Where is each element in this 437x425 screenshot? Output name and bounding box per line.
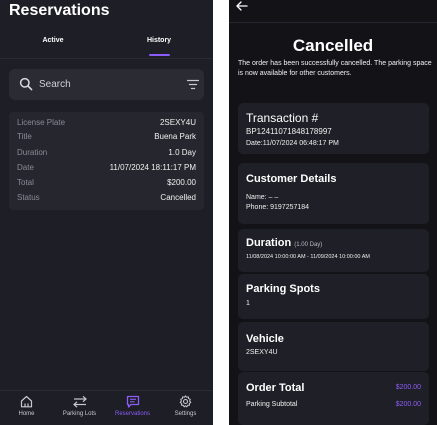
duration-range: 11/08/2024 10:00:00 AM - 11/09/2024 10:0… xyxy=(246,254,370,260)
vehicle-card: Vehicle 2SEXY4U xyxy=(238,322,429,371)
transaction-id: BP12411071848178997 xyxy=(246,127,332,136)
order-total-title: Order Total xyxy=(246,382,305,394)
order-total-card: Order Total $200.00 Parking Subtotal $20… xyxy=(238,372,429,425)
parking-spots-card: Parking Spots 1 xyxy=(238,274,429,319)
vehicle-plate: 2SEXY4U xyxy=(246,349,278,356)
row-value: 1.0 Day xyxy=(168,148,196,157)
cancellation-message: The order has been successfully cancelle… xyxy=(238,60,432,77)
transaction-title: Transaction # xyxy=(246,111,319,125)
swap-arrows-icon xyxy=(72,395,87,408)
divider xyxy=(0,58,213,59)
row-value: Cancelled xyxy=(160,193,196,202)
row-key: Status xyxy=(17,193,40,202)
back-arrow-icon[interactable] xyxy=(235,0,249,12)
bottom-nav: Home Parking Lots Reservations Settings xyxy=(0,390,213,425)
chat-list-icon xyxy=(126,395,139,408)
home-icon xyxy=(20,395,33,408)
search-icon xyxy=(19,77,33,91)
duration-days: (1.00 Day) xyxy=(294,242,323,248)
reservation-card[interactable]: License Plate 2SEXY4U Title Buena Park D… xyxy=(9,112,204,210)
nav-label: Reservations xyxy=(114,411,150,417)
page-title: Reservations xyxy=(9,2,110,19)
nav-reservations[interactable]: Reservations xyxy=(106,395,159,417)
reservation-row-status: Status Cancelled xyxy=(17,193,196,205)
customer-phone: Phone: 9197257184 xyxy=(246,204,310,211)
duration-card: Duration (1.00 Day) 11/08/2024 10:00:00 … xyxy=(238,229,429,272)
gear-icon xyxy=(179,395,192,408)
row-value: $200.00 xyxy=(167,178,196,187)
transaction-date: Date:11/07/2024 06:48:17 PM xyxy=(246,140,339,147)
filter-icon[interactable] xyxy=(187,79,199,90)
reservation-row-duration: Duration 1.0 Day xyxy=(17,148,196,160)
order-total-value: $200.00 xyxy=(395,384,421,391)
customer-details-card: Customer Details Name: – – Phone: 919725… xyxy=(238,163,429,224)
reservation-row-license-plate: License Plate 2SEXY4U xyxy=(17,118,196,130)
customer-details-title: Customer Details xyxy=(246,173,337,185)
divider xyxy=(229,22,437,23)
row-key: Date xyxy=(17,163,34,172)
duration-label: Duration xyxy=(246,237,292,249)
search-placeholder: Search xyxy=(39,79,71,90)
nav-home[interactable]: Home xyxy=(0,395,53,417)
duration-title: Duration (1.00 Day) xyxy=(246,237,322,249)
nav-label: Parking Lots xyxy=(62,411,97,417)
order-detail-screen: Cancelled The order has been successfull… xyxy=(229,0,437,425)
row-key: License Plate xyxy=(17,118,66,127)
nav-parking-lots[interactable]: Parking Lots xyxy=(53,395,106,417)
customer-name: Name: – – xyxy=(246,194,279,201)
reservations-screen: Reservations Active History Search Licen… xyxy=(0,0,213,425)
parking-subtotal-value: $200.00 xyxy=(395,401,421,408)
reservation-row-total: Total $200.00 xyxy=(17,178,196,190)
nav-settings[interactable]: Settings xyxy=(159,395,212,417)
row-key: Duration xyxy=(17,148,48,157)
parking-subtotal-label: Parking Subtotal xyxy=(246,401,298,408)
row-key: Title xyxy=(17,132,32,141)
parking-spots-title: Parking Spots xyxy=(246,283,320,295)
row-value: Buena Park xyxy=(154,132,196,141)
nav-label: Home xyxy=(18,411,35,417)
row-value: 11/07/2024 18:11:17 PM xyxy=(109,163,196,172)
status-heading: Cancelled xyxy=(292,36,374,55)
row-key: Total xyxy=(17,178,34,187)
search-input[interactable]: Search xyxy=(9,69,204,100)
tab-history[interactable]: History xyxy=(106,34,212,56)
row-value: 2SEXY4U xyxy=(159,118,196,127)
tab-selected-indicator xyxy=(149,54,170,56)
tab-bar: Active History xyxy=(0,34,213,60)
parking-spots-value: 1 xyxy=(246,300,250,307)
transaction-card: Transaction # BP12411071848178997 Date:1… xyxy=(238,103,429,154)
reservation-row-date: Date 11/07/2024 18:11:17 PM xyxy=(17,163,196,175)
reservation-row-title: Title Buena Park xyxy=(17,132,196,144)
nav-label: Settings xyxy=(174,411,197,417)
tab-active[interactable]: Active xyxy=(0,34,106,56)
vehicle-title: Vehicle xyxy=(246,333,284,345)
